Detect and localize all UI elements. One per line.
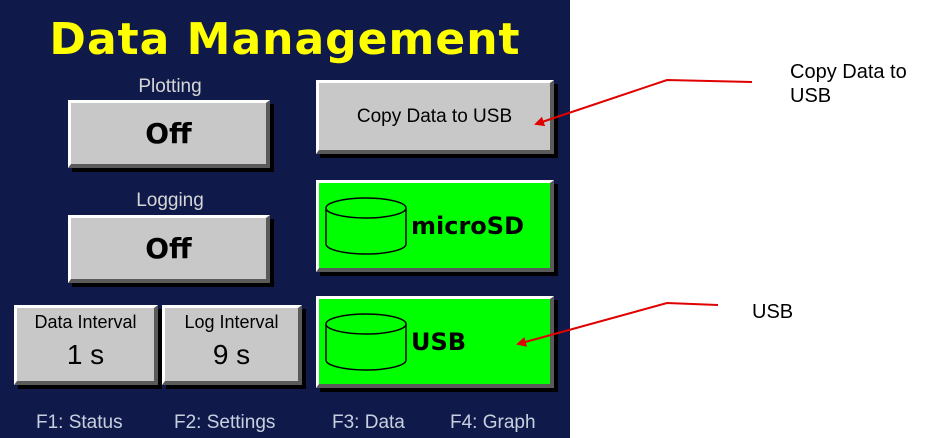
usb-label: USB — [411, 327, 467, 356]
logging-value: Off — [145, 232, 192, 265]
logging-label: Logging — [136, 190, 204, 211]
annotation-usb: USB — [752, 301, 794, 323]
drive-icon — [323, 311, 409, 373]
f1-status-key[interactable]: F1: Status — [36, 412, 123, 434]
device-screen: Data Management Plotting Off Logging Off… — [0, 0, 570, 438]
data-interval-label: Data Interval — [34, 312, 137, 332]
annotation-copy-line1: Copy Data to — [790, 61, 907, 83]
log-interval-label: Log Interval — [184, 312, 279, 332]
logging-toggle-button[interactable]: Off — [68, 215, 270, 283]
drive-icon — [323, 195, 409, 257]
data-interval-value: 1 s — [66, 339, 105, 370]
copy-data-to-usb-button[interactable]: Copy Data to USB — [316, 80, 554, 154]
page-title: Data Management — [49, 14, 521, 65]
usb-button[interactable]: USB — [316, 296, 554, 388]
f3-data-key[interactable]: F3: Data — [332, 412, 405, 434]
annotated-screenshot: Data Management Plotting Off Logging Off… — [0, 0, 950, 438]
microsd-button[interactable]: microSD — [316, 180, 554, 272]
annotation-copy-line2: USB — [790, 85, 832, 107]
plotting-toggle-button[interactable]: Off — [68, 100, 270, 168]
log-interval-button[interactable]: Log Interval 9 s — [162, 305, 302, 385]
plotting-value: Off — [145, 117, 192, 150]
f2-settings-key[interactable]: F2: Settings — [174, 412, 275, 434]
data-interval-button[interactable]: Data Interval 1 s — [14, 305, 158, 385]
log-interval-value: 9 s — [212, 339, 251, 370]
microsd-label: microSD — [411, 211, 524, 240]
f4-graph-key[interactable]: F4: Graph — [450, 412, 536, 434]
copy-data-to-usb-label: Copy Data to USB — [356, 105, 513, 127]
plotting-label: Plotting — [138, 76, 202, 97]
annotation-copy-data: Copy Data to USB — [790, 60, 907, 108]
